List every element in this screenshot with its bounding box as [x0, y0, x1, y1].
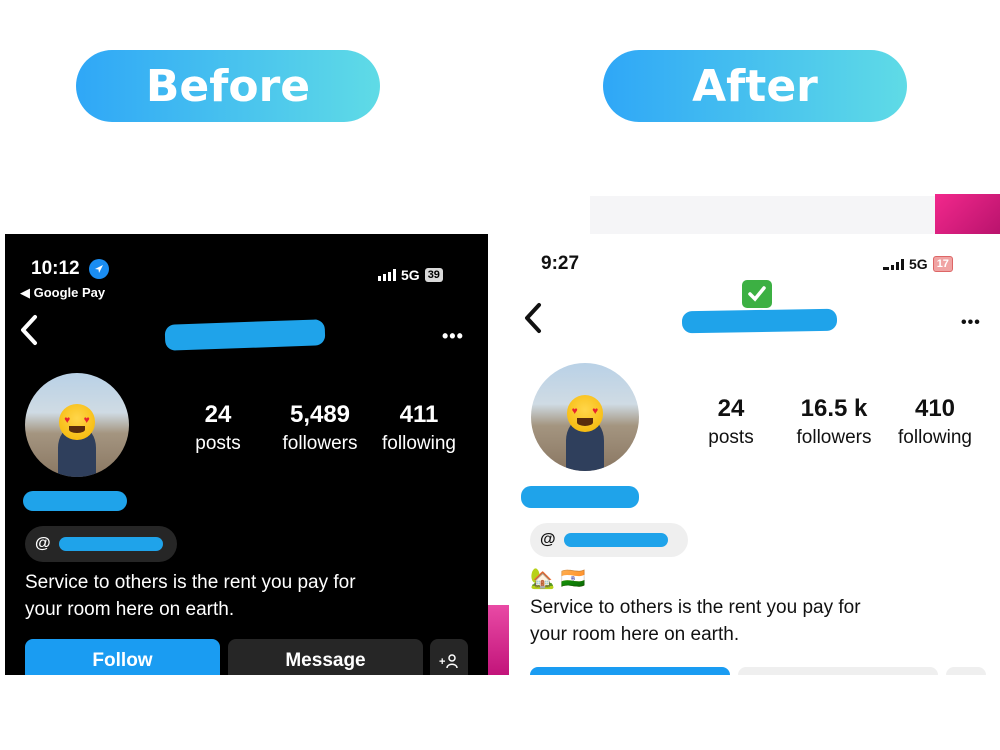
display-name-redacted: [23, 491, 127, 511]
threads-icon: @: [35, 535, 51, 552]
threads-icon: @: [540, 531, 556, 548]
back-chevron-icon[interactable]: [521, 302, 545, 339]
threads-handle-redacted: [58, 537, 163, 551]
bio-text: Service to others is the rent you pay fo…: [530, 597, 861, 645]
location-arrow-icon: [89, 259, 109, 279]
add-person-icon[interactable]: +: [430, 639, 468, 675]
battery-icon: 17: [932, 256, 953, 272]
bio-text: Service to others is the rent you pay fo…: [25, 572, 356, 620]
more-options-icon[interactable]: •••: [442, 326, 464, 347]
username-redacted: [164, 319, 326, 351]
more-options-icon[interactable]: •••: [961, 314, 981, 332]
status-time: 9:27: [541, 253, 580, 274]
message-button[interactable]: [738, 667, 938, 675]
back-chevron-icon[interactable]: [17, 314, 41, 351]
after-label: After: [603, 50, 907, 122]
heart-eyes-emoji-icon: ♥ ♥: [59, 404, 95, 440]
after-profile-screen: 9:27 5G 17 ••• ♥ ♥ 24 posts 16.5 k follower…: [509, 234, 1000, 675]
add-person-button[interactable]: [946, 667, 986, 675]
follow-button[interactable]: [530, 667, 730, 675]
avatar[interactable]: ♥ ♥: [531, 363, 639, 471]
before-profile-screen: 10:12 ◀ Google Pay 5G 39 ••• ♥ ♥ 24 posts …: [5, 234, 488, 675]
status-indicators: 5G 39: [378, 267, 443, 283]
username-redacted: [681, 308, 838, 334]
bio-emoji: 🏡 🇮🇳: [530, 568, 586, 590]
network-label: 5G: [909, 256, 928, 272]
following-count[interactable]: 411 following: [369, 401, 469, 455]
display-name-redacted: [521, 486, 639, 508]
posts-count[interactable]: 24 posts: [183, 401, 253, 455]
background-magenta-accent: [935, 194, 1000, 234]
posts-count[interactable]: 24 posts: [696, 395, 766, 449]
message-button[interactable]: Message: [228, 639, 423, 675]
status-time: 10:12: [31, 258, 80, 279]
background-magenta-accent-left: [488, 605, 509, 675]
signal-icon: [883, 258, 904, 270]
threads-handle-redacted: [563, 533, 668, 547]
followers-count[interactable]: 16.5 k followers: [784, 395, 884, 449]
back-to-app-link[interactable]: ◀ Google Pay: [20, 285, 105, 301]
followers-count[interactable]: 5,489 followers: [270, 401, 370, 455]
threads-badge[interactable]: @: [25, 526, 177, 562]
signal-icon: [378, 269, 396, 281]
svg-text:+: +: [439, 656, 445, 668]
heart-eyes-emoji-icon: ♥ ♥: [566, 395, 604, 433]
network-label: 5G: [401, 267, 420, 283]
avatar[interactable]: ♥ ♥: [25, 373, 129, 477]
verified-check-icon: [742, 280, 772, 308]
following-count[interactable]: 410 following: [885, 395, 985, 449]
battery-icon: 39: [424, 268, 443, 282]
follow-button[interactable]: Follow: [25, 639, 220, 675]
threads-badge[interactable]: @: [530, 523, 688, 557]
status-indicators: 5G 17: [883, 256, 953, 272]
before-label: Before: [76, 50, 380, 122]
